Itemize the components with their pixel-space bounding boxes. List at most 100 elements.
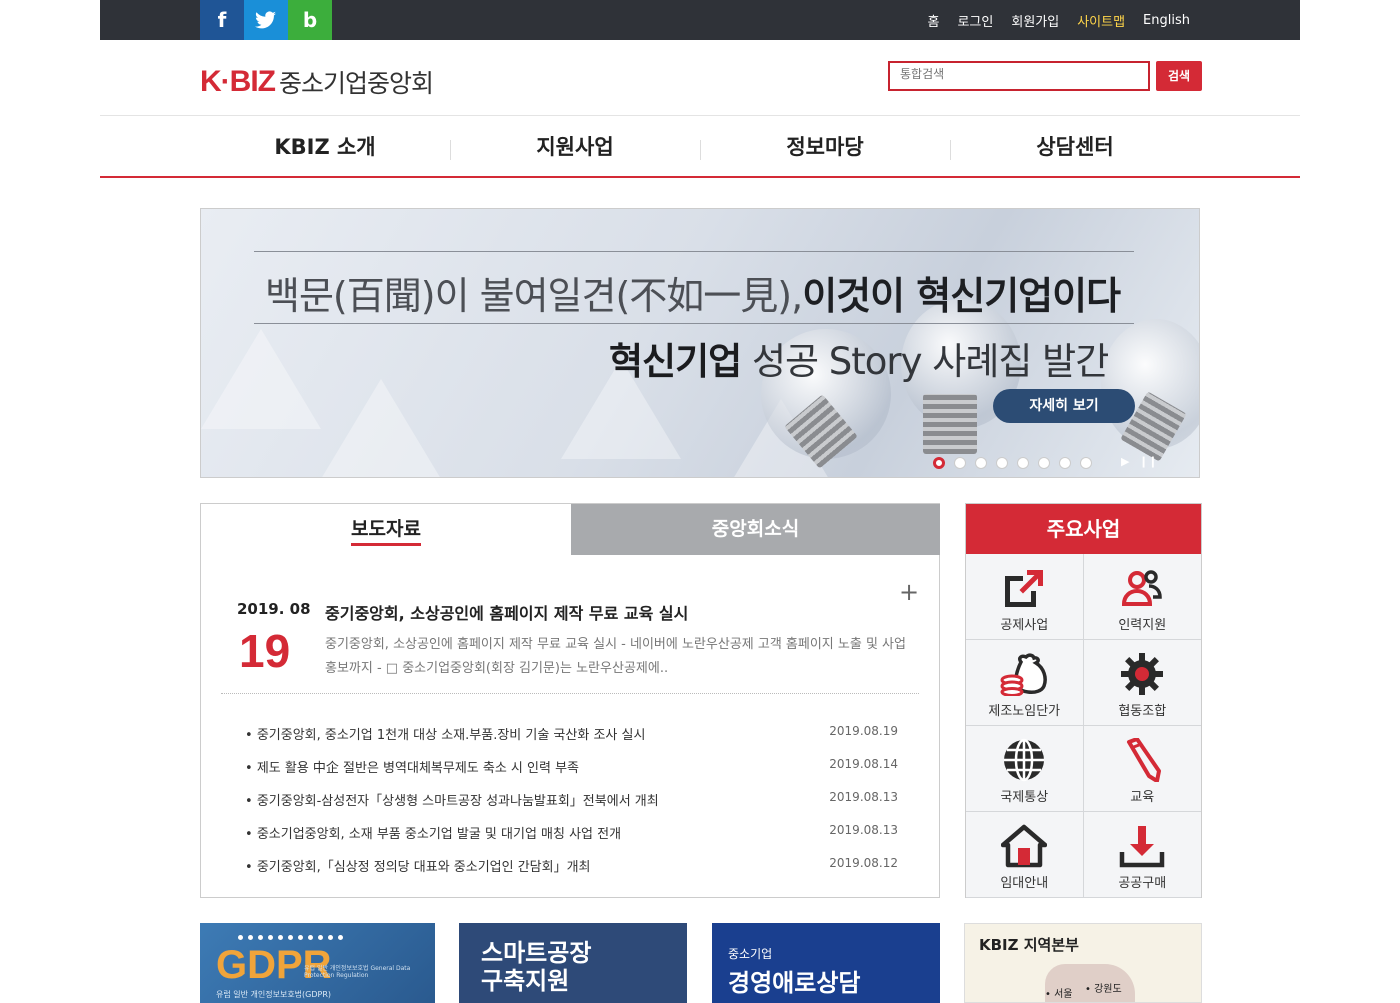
- slide-dot[interactable]: [1038, 457, 1050, 469]
- search-input[interactable]: [900, 67, 1138, 81]
- consult-banner[interactable]: 중소기업 경영애로상담: [712, 923, 940, 1003]
- globe-icon: [1004, 738, 1045, 782]
- utility-links: 홈 로그인 회원가입 사이트맵 English: [928, 0, 1191, 40]
- business-public-procurement[interactable]: 공공구매: [1083, 812, 1201, 898]
- list-item[interactable]: • 중소기업중앙회, 소재 부품 중소기업 발굴 및 대기업 매칭 사업 전개 2…: [245, 823, 898, 856]
- sitemap-link[interactable]: 사이트맵: [1077, 11, 1125, 30]
- news-date: 2019.08.14: [829, 757, 898, 771]
- main-business-panel: 주요사업 공제사업 인력지원 제조노임단가 협동조합 국제통상 교육 임대안내 …: [965, 503, 1202, 898]
- home-link[interactable]: 홈: [928, 11, 940, 30]
- external-link-icon: [1005, 570, 1044, 607]
- smart-factory-title: 스마트공장 구축지원: [481, 939, 592, 995]
- nav-separator: [450, 140, 451, 160]
- business-grid: 공제사업 인력지원 제조노임단가 협동조합 국제통상 교육 임대안내 공공구매: [966, 554, 1201, 898]
- news-title: 중기중앙회, 중소기업 1천개 대상 소재.부품.장비 기술 국산화 조사 실시: [256, 728, 646, 743]
- map-label-text: 서울: [1054, 989, 1073, 1000]
- slide-dot[interactable]: [975, 457, 987, 469]
- slide-dot[interactable]: [954, 457, 966, 469]
- news-date: 2019.08.13: [829, 823, 898, 837]
- smart-factory-banner[interactable]: 스마트공장 구축지원: [459, 923, 687, 1003]
- main-business-title: 주요사업: [966, 504, 1201, 554]
- headline-description[interactable]: 중기중앙회, 소상공인에 홈페이지 제작 무료 교육 실시 - 네이버에 노란우…: [325, 633, 920, 681]
- business-education[interactable]: 교육: [1083, 726, 1201, 812]
- list-item[interactable]: • 중기중앙회,「심상정 정의당 대표와 중소기업인 간담회」개최 2019.08…: [245, 856, 898, 889]
- search-box: [888, 61, 1150, 91]
- list-item[interactable]: • 중기중앙회-삼성전자「상생형 스마트공장 성과나눔발표회」전북에서 개최 20…: [245, 790, 898, 823]
- bulb-socket: [923, 394, 977, 454]
- nav-consult[interactable]: 상담센터: [950, 116, 1200, 176]
- slide-dot[interactable]: [1059, 457, 1071, 469]
- pause-icon[interactable]: ❙❙: [1139, 455, 1157, 468]
- map-label: • 서울: [1045, 989, 1073, 1000]
- tab-label: 보도자료: [351, 518, 421, 546]
- banner-rule: [254, 251, 1134, 252]
- business-cooperative[interactable]: 협동조합: [1083, 640, 1201, 726]
- banner-sub-bold: 혁신기업: [609, 340, 742, 383]
- slide-dot[interactable]: [1017, 457, 1029, 469]
- consult-small-text: 중소기업: [728, 947, 773, 961]
- regional-hq-banner[interactable]: KBIZ 지역본부 • 서울 • 강원도: [964, 923, 1202, 1003]
- more-plus-icon[interactable]: +: [899, 578, 919, 606]
- slide-indicators: [238, 935, 343, 940]
- business-mutual-aid[interactable]: 공제사업: [966, 554, 1084, 640]
- facebook-icon[interactable]: f: [200, 0, 244, 40]
- news-date: 2019.08.13: [829, 790, 898, 804]
- page: f b 홈 로그인 회원가입 사이트맵 English K·BIZ 중소기업중앙…: [100, 0, 1300, 1003]
- nav-underline: [100, 176, 1300, 178]
- news-date: 2019.08.19: [829, 724, 898, 738]
- nav-separator: [950, 140, 951, 160]
- nav-support[interactable]: 지원사업: [450, 116, 700, 176]
- banner-headline-bold: 이것이 혁신기업이다: [802, 274, 1121, 318]
- login-link[interactable]: 로그인: [957, 11, 993, 30]
- blog-icon[interactable]: b: [288, 0, 332, 40]
- slide-indicators: [933, 457, 1092, 469]
- business-intl-trade[interactable]: 국제통상: [966, 726, 1084, 812]
- business-label: 제조노임단가: [988, 704, 1061, 719]
- hero-banner[interactable]: 백문(百聞)이 불여일견(不如一見),이것이 혁신기업이다 혁신기업 성공 St…: [200, 208, 1200, 478]
- nav-kbiz-intro[interactable]: KBIZ 소개: [200, 116, 450, 176]
- headline-title[interactable]: 중기중앙회, 소상공인에 홈페이지 제작 무료 교육 실시: [325, 600, 688, 624]
- slide-dot[interactable]: [1080, 457, 1092, 469]
- bg-shape: [321, 379, 441, 477]
- business-label: 인력지원: [1118, 618, 1167, 633]
- news-title: 제도 활용 中企 절반은 병역대체복무제도 축소 시 인력 부족: [256, 761, 579, 776]
- play-icon[interactable]: ▶: [1121, 455, 1129, 468]
- gdpr-footer: 유럽 일반 개인정보보호법(GDPR): [216, 990, 332, 999]
- logo-mark: K·BIZ: [200, 65, 276, 98]
- pencil-icon: [1127, 738, 1162, 782]
- nav-separator: [700, 140, 701, 160]
- business-label: 공공구매: [1118, 876, 1167, 891]
- people-icon: [1122, 570, 1163, 606]
- nav-info[interactable]: 정보마당: [700, 116, 950, 176]
- news-panel: 보도자료 중앙회소식 + 2019. 08 19 중기중앙회, 소상공인에 홈페…: [200, 503, 940, 898]
- list-item[interactable]: • 제도 활용 中企 절반은 병역대체복무제도 축소 시 인력 부족 2019.0…: [245, 757, 898, 790]
- logo[interactable]: K·BIZ 중소기업중앙회: [200, 64, 434, 100]
- search-button[interactable]: 검색: [1156, 61, 1202, 91]
- slide-dot[interactable]: [933, 457, 945, 469]
- map-label-text: 강원도: [1094, 984, 1122, 995]
- business-lease[interactable]: 임대안내: [966, 812, 1084, 898]
- business-label: 임대안내: [1000, 876, 1049, 891]
- business-hr-support[interactable]: 인력지원: [1083, 554, 1201, 640]
- regional-title: KBIZ 지역본부: [979, 936, 1079, 954]
- tab-press-release[interactable]: 보도자료: [201, 504, 571, 555]
- headline-day: 19: [239, 625, 291, 677]
- business-label: 공제사업: [1000, 618, 1049, 633]
- business-wage-rate[interactable]: 제조노임단가: [966, 640, 1084, 726]
- twitter-icon[interactable]: [244, 0, 288, 40]
- slide-dot[interactable]: [996, 457, 1008, 469]
- bg-shape: [201, 329, 321, 429]
- business-label: 국제통상: [1000, 790, 1049, 805]
- gdpr-banner[interactable]: GDPR 유럽 일반 개인정보보호법 General Data Protecti…: [200, 923, 435, 1003]
- business-label: 교육: [1130, 790, 1155, 805]
- list-item[interactable]: • 중기중앙회, 중소기업 1천개 대상 소재.부품.장비 기술 국산화 조사 …: [245, 724, 898, 757]
- english-link[interactable]: English: [1143, 13, 1190, 28]
- money-bag-icon: [1000, 653, 1048, 696]
- map-label: • 강원도: [1085, 984, 1122, 995]
- signup-link[interactable]: 회원가입: [1011, 11, 1059, 30]
- news-date: 2019.08.12: [829, 856, 898, 870]
- gear-icon: [1121, 653, 1164, 695]
- banner-detail-button[interactable]: 자세히 보기: [993, 389, 1135, 423]
- tab-association-news[interactable]: 중앙회소식: [571, 504, 940, 555]
- news-title: 중소기업중앙회, 소재 부품 중소기업 발굴 및 대기업 매칭 사업 전개: [256, 827, 622, 842]
